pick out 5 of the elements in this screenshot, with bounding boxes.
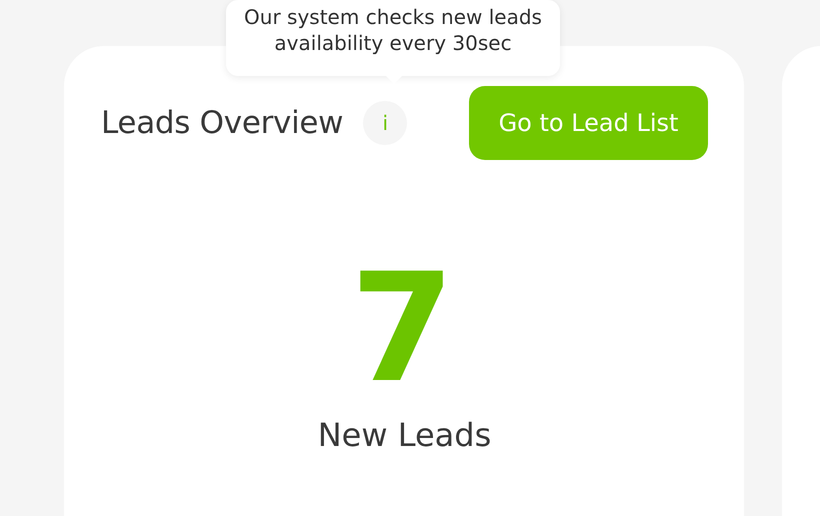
lead-list-button[interactable]: Go to Lead List xyxy=(469,86,708,160)
info-button[interactable]: i xyxy=(363,101,408,145)
lead-count: 7 xyxy=(350,254,455,404)
count-label: New Leads xyxy=(318,416,492,454)
card-title: Leads Overview xyxy=(101,105,344,141)
